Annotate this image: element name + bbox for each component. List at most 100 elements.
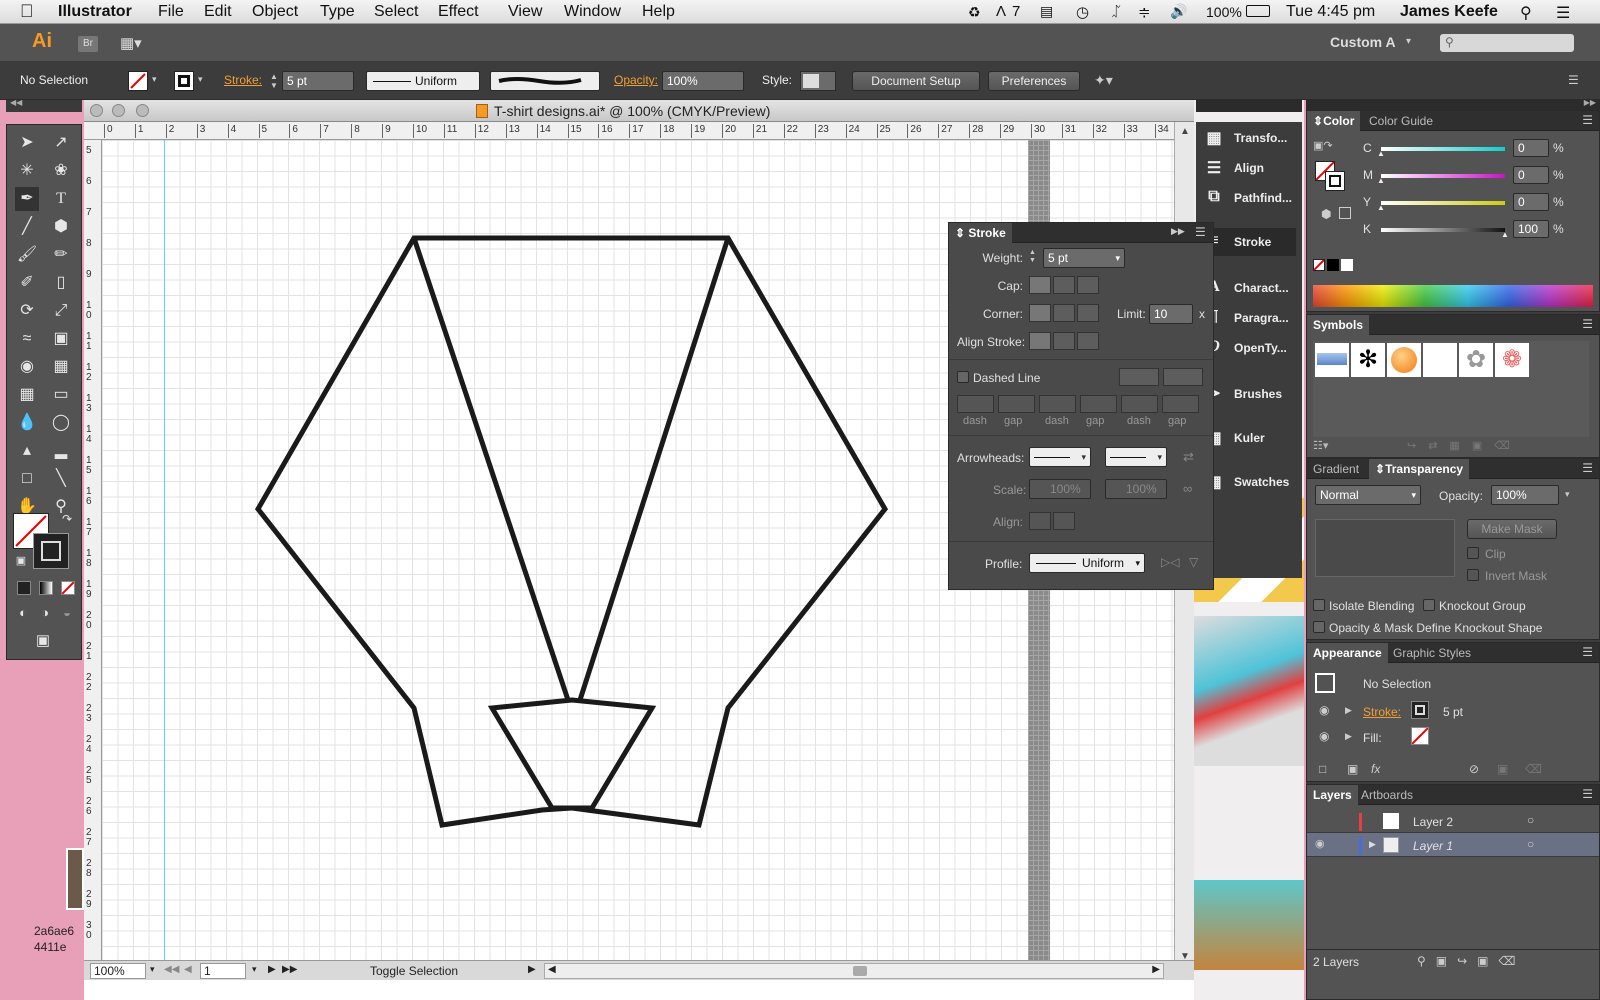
- layers-panel-menu-icon[interactable]: ☰: [1582, 787, 1593, 801]
- channel-value-field[interactable]: 0: [1513, 166, 1549, 184]
- last-artboard-icon[interactable]: ▶▶: [282, 964, 297, 975]
- free-transform-icon[interactable]: ▣: [49, 327, 73, 351]
- layer-name-2[interactable]: Layer 1: [1413, 839, 1453, 853]
- color-panel-header[interactable]: ⇕Color Color Guide ☰: [1307, 111, 1599, 131]
- channel-slider[interactable]: [1381, 174, 1505, 178]
- transparency-opacity-field[interactable]: 100%: [1491, 485, 1559, 505]
- symbol-flower[interactable]: ❁: [1495, 343, 1529, 377]
- fill-dropdown-icon[interactable]: ▾: [152, 74, 157, 85]
- appearance-panel-header[interactable]: Appearance Graphic Styles ☰: [1307, 643, 1599, 663]
- scroll-thumb[interactable]: [853, 966, 867, 976]
- symbols-panel-menu-icon[interactable]: ☰: [1582, 317, 1593, 331]
- clock[interactable]: Tue 4:45 pm: [1286, 3, 1375, 21]
- channel-slider-thumb[interactable]: ▲: [1377, 176, 1385, 185]
- isolate-blending-checkbox[interactable]: [1313, 599, 1325, 611]
- minimize-window-icon[interactable]: [112, 104, 125, 117]
- stroke-dropdown-icon[interactable]: ▾: [198, 74, 203, 85]
- tab-stroke[interactable]: ⇕ Stroke: [949, 223, 1012, 243]
- symbol-blank[interactable]: [1423, 343, 1457, 377]
- workspace-switcher[interactable]: Custom A: [1330, 34, 1396, 50]
- tab-color-guide[interactable]: Color Guide: [1363, 111, 1439, 131]
- apple-icon[interactable]: : [20, 1, 34, 22]
- zoom-window-icon[interactable]: [136, 104, 149, 117]
- menu-effect[interactable]: Effect: [438, 3, 479, 21]
- dashed-line-checkbox[interactable]: [957, 371, 969, 383]
- channel-slider-thumb[interactable]: ▲: [1501, 230, 1509, 239]
- stroke-stepper[interactable]: ▲ ▼: [270, 72, 278, 90]
- appearance-panel-menu-icon[interactable]: ☰: [1582, 645, 1593, 659]
- prev-artboard-icon[interactable]: ◀: [184, 964, 192, 975]
- dash-gap-field[interactable]: [1080, 395, 1117, 413]
- color-mode-icon[interactable]: [17, 581, 31, 595]
- stroke-color-swatch[interactable]: [33, 533, 69, 569]
- fill-visibility-eye-icon[interactable]: ◉: [1319, 729, 1329, 743]
- symbol-orange-button[interactable]: [1387, 343, 1421, 377]
- tab-symbols[interactable]: Symbols: [1307, 315, 1370, 335]
- battery-icon[interactable]: [1246, 5, 1270, 17]
- help-search-input[interactable]: ⚲: [1440, 34, 1574, 52]
- stroke-weight-field[interactable]: 5 pt: [282, 71, 354, 91]
- draw-inside-icon[interactable]: ◒: [55, 601, 79, 625]
- status-menu-icon[interactable]: ▶: [528, 964, 536, 975]
- zoom-field[interactable]: 100%: [90, 963, 146, 979]
- workspace-chevron-icon[interactable]: ▾: [1406, 36, 1411, 47]
- variable-width-profile[interactable]: Uniform: [366, 71, 480, 91]
- channel-slider[interactable]: [1381, 147, 1505, 151]
- volume-icon[interactable]: 🔊: [1170, 3, 1187, 20]
- arrange-documents-icon[interactable]: ▦▾: [120, 34, 152, 52]
- eyedropper-icon[interactable]: 💧: [15, 411, 39, 435]
- duplicate-item-icon[interactable]: ▣: [1497, 762, 1508, 776]
- layer-target-icon-2[interactable]: ○: [1527, 837, 1534, 851]
- weight-field[interactable]: 5 pt ▾: [1043, 248, 1125, 268]
- add-stroke-icon[interactable]: □: [1319, 762, 1326, 776]
- symbols-panel-header[interactable]: Symbols ☰: [1307, 315, 1599, 335]
- lasso-icon[interactable]: ❀: [49, 159, 73, 183]
- end-scale-field[interactable]: 100%: [1105, 479, 1167, 499]
- time-machine-icon[interactable]: ◷: [1076, 3, 1089, 21]
- panel-collapse-icon[interactable]: ▶▶: [1171, 226, 1185, 237]
- line-tool-icon[interactable]: ╱: [15, 215, 39, 239]
- weight-stepper[interactable]: ▲ ▼: [1029, 249, 1036, 265]
- app-menu[interactable]: Illustrator: [58, 3, 132, 21]
- menu-file[interactable]: File: [158, 3, 184, 21]
- none-swatch[interactable]: [1313, 259, 1325, 271]
- projecting-cap-button[interactable]: [1077, 276, 1099, 294]
- symbol-sprayer-icon[interactable]: ▴: [15, 439, 39, 463]
- layer-visibility-eye-icon[interactable]: ◉: [1315, 837, 1325, 850]
- stroke-panel-menu-icon[interactable]: ☰: [1195, 225, 1206, 239]
- mesh-icon[interactable]: ▦: [15, 383, 39, 407]
- draw-normal-icon[interactable]: ◐: [11, 601, 35, 625]
- knockout-group-checkbox[interactable]: [1423, 599, 1435, 611]
- shape-builder-icon[interactable]: ◉: [15, 355, 39, 379]
- screen-mode-icon[interactable]: ▣: [31, 629, 55, 653]
- layers-panel-header[interactable]: Layers Artboards ☰: [1307, 785, 1599, 805]
- display-icon[interactable]: ▤: [1040, 3, 1053, 20]
- add-fill-icon[interactable]: ▣: [1347, 762, 1358, 776]
- appearance-stroke-swatch[interactable]: [1411, 701, 1429, 719]
- blend-mode-select[interactable]: Normal ▾: [1315, 485, 1421, 505]
- toolbox-header[interactable]: ◀◀: [6, 98, 82, 112]
- artboard-field[interactable]: 1: [200, 963, 246, 979]
- color-panel-menu-icon[interactable]: ☰: [1582, 113, 1593, 127]
- butt-cap-button[interactable]: [1029, 276, 1051, 294]
- artboard-dropdown-icon[interactable]: ▾: [252, 964, 257, 975]
- channel-slider[interactable]: [1381, 201, 1505, 205]
- color-stroke-swatch[interactable]: [1325, 171, 1345, 191]
- slice-tool-icon[interactable]: ╲: [49, 467, 73, 491]
- transparency-panel-menu-icon[interactable]: ☰: [1582, 461, 1593, 475]
- eraser-icon[interactable]: ▯: [49, 271, 73, 295]
- adobe-icon[interactable]: Λ: [996, 3, 1006, 20]
- transparency-panel-header[interactable]: Gradient ⇕Transparency ☰: [1307, 459, 1599, 479]
- dock-transform[interactable]: ▦ Transfo...: [1196, 124, 1302, 152]
- collapse-icon[interactable]: ◀◀: [10, 98, 22, 107]
- flip-across-icon[interactable]: ▽: [1189, 555, 1198, 569]
- dash-gap-field[interactable]: [957, 395, 994, 413]
- tab-artboards[interactable]: Artboards: [1355, 785, 1419, 805]
- clear-appearance-icon[interactable]: ⊘: [1469, 762, 1479, 776]
- menu-type[interactable]: Type: [320, 3, 355, 21]
- make-mask-button[interactable]: Make Mask: [1467, 519, 1557, 539]
- end-arrowhead-select[interactable]: ▾: [1105, 447, 1167, 467]
- layer-name[interactable]: Layer 2: [1413, 815, 1453, 829]
- flip-along-icon[interactable]: ▷◁: [1161, 555, 1179, 569]
- perspective-grid-icon[interactable]: ▦: [49, 355, 73, 379]
